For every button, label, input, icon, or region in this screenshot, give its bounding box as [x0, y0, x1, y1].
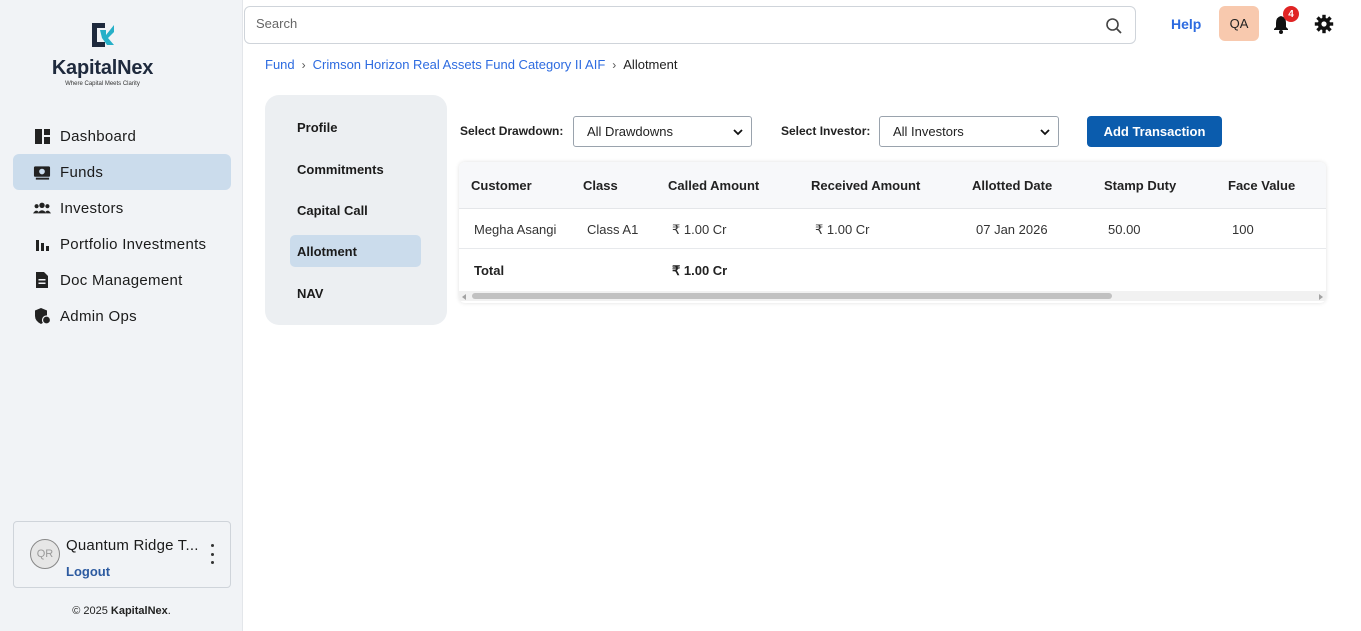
- copyright-prefix: © 2025: [72, 605, 111, 617]
- help-link[interactable]: Help: [1171, 16, 1201, 32]
- sidebar-item-label: Portfolio Investments: [60, 235, 207, 253]
- gear-icon[interactable]: [1314, 14, 1334, 34]
- brand-logo[interactable]: KapitalNex Where Capital Meets Clarity: [40, 20, 165, 87]
- column-header-allotted-date[interactable]: Allotted Date: [972, 178, 1052, 193]
- shield-icon: [33, 307, 51, 325]
- sidebar-item-investors[interactable]: Investors: [13, 190, 231, 226]
- more-options-icon[interactable]: [206, 544, 218, 564]
- column-header-customer[interactable]: Customer: [471, 178, 532, 193]
- chevron-down-icon: [1040, 129, 1050, 136]
- sidebar-item-funds[interactable]: Funds: [13, 154, 231, 190]
- breadcrumb-current: Allotment: [623, 57, 678, 72]
- breadcrumb: Fund › Crimson Horizon Real Assets Fund …: [265, 57, 677, 72]
- breadcrumb-fund[interactable]: Fund: [265, 57, 295, 72]
- brand-name: KapitalNex: [51, 57, 154, 79]
- allotment-table: Customer Class Called Amount Received Am…: [459, 162, 1326, 303]
- dashboard-icon: [33, 127, 51, 145]
- tab-commitments[interactable]: Commitments: [290, 153, 421, 185]
- drawdown-label: Select Drawdown:: [460, 124, 564, 138]
- cell-customer: Megha Asangi: [474, 222, 557, 237]
- sidebar-item-dashboard[interactable]: Dashboard: [13, 118, 231, 154]
- cell-stamp-duty: 50.00: [1108, 222, 1141, 237]
- scroll-right-icon[interactable]: [1319, 294, 1323, 300]
- funds-icon: [33, 163, 51, 181]
- drawdown-select[interactable]: All Drawdowns: [573, 116, 752, 147]
- scroll-left-icon[interactable]: [462, 294, 466, 300]
- search-input[interactable]: [256, 16, 1096, 31]
- scrollbar-thumb[interactable]: [472, 293, 1112, 299]
- sidebar-item-label: Investors: [60, 199, 124, 217]
- breadcrumb-fund-name[interactable]: Crimson Horizon Real Assets Fund Categor…: [313, 57, 606, 72]
- tab-allotment[interactable]: Allotment: [290, 235, 421, 267]
- copyright-brand: KapitalNex: [110, 605, 168, 617]
- investor-select[interactable]: All Investors: [879, 116, 1059, 147]
- logout-link[interactable]: Logout: [66, 564, 110, 579]
- document-icon: [33, 271, 51, 289]
- copyright: © 2025 KapitalNex.: [0, 605, 243, 617]
- drawdown-select-value: All Drawdowns: [587, 124, 673, 139]
- sidebar-item-admin-ops[interactable]: Admin Ops: [13, 298, 231, 334]
- sidebar-item-label: Doc Management: [60, 271, 183, 289]
- investor-select-value: All Investors: [893, 124, 964, 139]
- sidebar-item-label: Dashboard: [60, 127, 137, 145]
- investors-icon: [33, 199, 51, 217]
- investor-label: Select Investor:: [781, 124, 871, 138]
- notification-badge: 4: [1283, 6, 1299, 22]
- copyright-suffix: .: [167, 605, 171, 617]
- sidebar-item-label: Admin Ops: [60, 307, 137, 325]
- tab-profile[interactable]: Profile: [290, 111, 421, 143]
- cell-called-amount: ₹ 1.00 Cr: [672, 222, 727, 237]
- tab-nav[interactable]: NAV: [290, 277, 421, 309]
- sidebar-item-label: Funds: [60, 163, 104, 181]
- table-total-row: Total ₹ 1.00 Cr: [459, 250, 1326, 290]
- avatar[interactable]: QR: [30, 539, 60, 569]
- sidebar-item-portfolio-investments[interactable]: Portfolio Investments: [13, 226, 231, 262]
- main-nav: Dashboard Funds Investors Portfolio Inve…: [13, 118, 231, 334]
- search-bar: [244, 6, 1136, 44]
- table-header: Customer Class Called Amount Received Am…: [459, 162, 1326, 209]
- tab-capital-call[interactable]: Capital Call: [290, 194, 421, 226]
- kapitalnex-logo-icon: [91, 23, 114, 47]
- chevron-down-icon: [733, 129, 743, 136]
- sidebar: KapitalNex Where Capital Meets Clarity D…: [0, 0, 243, 631]
- brand-tagline: Where Capital Meets Clarity: [65, 81, 140, 87]
- total-label: Total: [474, 263, 505, 278]
- column-header-face-value[interactable]: Face Value: [1228, 178, 1295, 193]
- cell-face-value: 100: [1232, 222, 1254, 237]
- total-called-amount: ₹ 1.00 Cr: [672, 263, 728, 278]
- column-header-class[interactable]: Class: [583, 178, 618, 193]
- cell-class: Class A1: [587, 222, 639, 237]
- user-name: Quantum Ridge T...: [66, 537, 199, 554]
- column-header-received-amount[interactable]: Received Amount: [811, 178, 920, 193]
- sidebar-item-doc-management[interactable]: Doc Management: [13, 262, 231, 298]
- user-card: QR Quantum Ridge T... Logout: [13, 521, 231, 588]
- column-header-stamp-duty[interactable]: Stamp Duty: [1104, 178, 1176, 193]
- fund-subnav: Profile Commitments Capital Call Allotme…: [265, 95, 447, 325]
- column-header-called-amount[interactable]: Called Amount: [668, 178, 759, 193]
- search-icon[interactable]: [1105, 17, 1123, 35]
- add-transaction-button[interactable]: Add Transaction: [1087, 116, 1222, 147]
- table-row[interactable]: Megha Asangi Class A1 ₹ 1.00 Cr ₹ 1.00 C…: [459, 209, 1326, 249]
- breadcrumb-separator: ›: [301, 57, 306, 72]
- cell-allotted-date: 07 Jan 2026: [976, 222, 1048, 237]
- horizontal-scrollbar[interactable]: [459, 291, 1326, 301]
- cell-received-amount: ₹ 1.00 Cr: [815, 222, 870, 237]
- user-avatar-button[interactable]: QA: [1219, 6, 1259, 41]
- bar-chart-icon: [33, 235, 51, 253]
- breadcrumb-separator: ›: [612, 57, 617, 72]
